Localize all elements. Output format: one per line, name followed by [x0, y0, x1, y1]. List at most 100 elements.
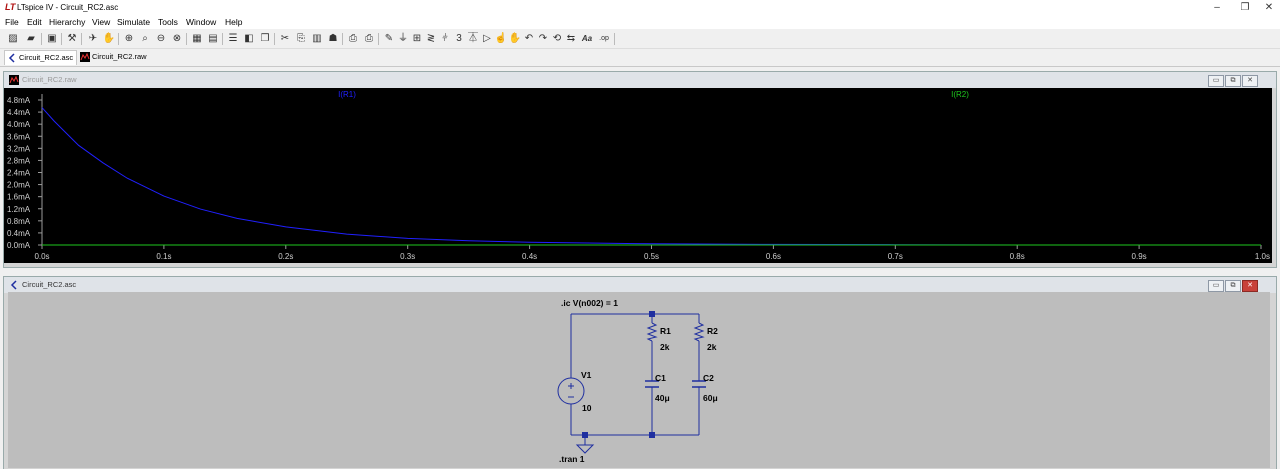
junction-dot: [649, 432, 655, 438]
toolbar: ▨ ▰ ▣ ⚒ ✈ ✋ ⊕ ⌕ ⊖ ⊗ ▦ ▤ ☰ ◧ ❐ ✂ ⎘ ▥ ☗ ⎙ …: [0, 30, 1280, 49]
label-net-icon[interactable]: ⊞: [410, 32, 424, 46]
zoom-in-icon[interactable]: ⊕: [122, 32, 136, 46]
resistor-r1[interactable]: [646, 322, 658, 342]
pan-icon[interactable]: ⌕: [138, 32, 152, 46]
ic-directive[interactable]: .ic V(n002) = 1: [561, 298, 618, 308]
menu-bar: File Edit Hierarchy View Simulate Tools …: [0, 15, 1280, 29]
zoom-fit-icon[interactable]: ⊗: [170, 32, 184, 46]
drag-icon[interactable]: ✋: [508, 32, 522, 46]
c1-ref[interactable]: C1: [655, 373, 666, 383]
waveform-icon: [9, 75, 19, 85]
run-icon[interactable]: ✈: [86, 32, 100, 46]
ground-icon[interactable]: ⏚: [396, 32, 410, 46]
halt-icon[interactable]: ✋: [102, 32, 116, 46]
mirror-icon[interactable]: ⇆: [564, 32, 578, 46]
schematic-close-button[interactable]: ✕: [1242, 280, 1258, 292]
menu-hierarchy[interactable]: Hierarchy: [49, 17, 85, 27]
cut-icon[interactable]: ✂: [278, 32, 292, 46]
inductor-icon[interactable]: 3: [452, 32, 466, 46]
c2-ref[interactable]: C2: [703, 373, 714, 383]
tile-vertical-icon[interactable]: ◧: [242, 32, 256, 46]
y-tick-label: 2.0mA: [7, 181, 31, 190]
r2-ref[interactable]: R2: [707, 326, 718, 336]
component-icon[interactable]: ▷: [480, 32, 494, 46]
menu-help[interactable]: Help: [225, 17, 242, 27]
menu-tools[interactable]: Tools: [158, 17, 178, 27]
waveform-close-button[interactable]: ✕: [1242, 75, 1258, 87]
open-icon[interactable]: ▰: [24, 32, 38, 46]
y-tick-label: 2.8mA: [7, 156, 31, 165]
diode-icon[interactable]: ⏄: [466, 32, 480, 46]
ltspice-logo-icon: LT: [5, 2, 16, 12]
wire-icon[interactable]: ✎: [382, 32, 396, 46]
save-icon[interactable]: ▣: [45, 32, 59, 46]
y-tick-label: 4.8mA: [7, 96, 31, 105]
waveform-restore-button[interactable]: ⧉: [1225, 75, 1241, 87]
undo-icon[interactable]: ↶: [522, 32, 536, 46]
rotate-icon[interactable]: ⟲: [550, 32, 564, 46]
waveform-window-title: Circuit_RC2.raw: [22, 75, 77, 84]
minimize-button[interactable]: –: [1203, 0, 1231, 15]
waveform-minimize-button[interactable]: ▭: [1208, 75, 1224, 87]
c2-value[interactable]: 60μ: [703, 393, 718, 403]
toolbar-separator: [81, 33, 82, 45]
r1-value[interactable]: 2k: [660, 342, 670, 352]
autorange-icon[interactable]: ▦: [190, 32, 204, 46]
schematic-minimize-button[interactable]: ▭: [1208, 280, 1224, 292]
x-tick-label: 0.0s: [34, 252, 49, 261]
toolbar-separator: [378, 33, 379, 45]
waveform-icon: [80, 52, 90, 63]
menu-edit[interactable]: Edit: [27, 17, 42, 27]
new-schematic-icon[interactable]: ▨: [6, 32, 20, 46]
c1-value[interactable]: 40μ: [655, 393, 670, 403]
x-tick-label: 0.3s: [400, 252, 415, 261]
redo-icon[interactable]: ↷: [536, 32, 550, 46]
zoom-out-icon[interactable]: ⊖: [154, 32, 168, 46]
menu-view[interactable]: View: [92, 17, 110, 27]
copy-icon[interactable]: ⎘: [294, 32, 308, 46]
tran-directive[interactable]: .tran 1: [559, 454, 585, 464]
grid-icon[interactable]: ▤: [206, 32, 220, 46]
find-icon[interactable]: ☗: [326, 32, 340, 46]
tab-circuit-raw[interactable]: Circuit_RC2.raw: [78, 50, 150, 64]
v1-ref[interactable]: V1: [581, 370, 592, 380]
capacitor-icon[interactable]: ⫩: [438, 32, 452, 46]
schematic-window-titlebar: Circuit_RC2.asc ▭ ⧉ ✕: [4, 277, 1276, 293]
resistor-r2[interactable]: [693, 322, 705, 342]
r1-ref[interactable]: R1: [660, 326, 671, 336]
window-titlebar: LT LTspice IV - Circuit_RC2.asc – ❐ ✕: [0, 0, 1280, 15]
menu-file[interactable]: File: [5, 17, 19, 27]
spice-directive-icon[interactable]: .op: [597, 32, 611, 46]
cascade-icon[interactable]: ❐: [258, 32, 272, 46]
schematic-canvas[interactable]: .ic V(n002) = 1 .tran 1 V1 10 R1 2k R2 2…: [8, 292, 1270, 468]
menu-window[interactable]: Window: [186, 17, 216, 27]
r2-value[interactable]: 2k: [707, 342, 717, 352]
menu-simulate[interactable]: Simulate: [117, 17, 150, 27]
toolbar-separator: [61, 33, 62, 45]
print-setup-icon[interactable]: ⎙: [362, 32, 376, 46]
y-tick-label: 0.8mA: [7, 217, 31, 226]
schematic-window-title: Circuit_RC2.asc: [22, 280, 77, 289]
waveform-plot[interactable]: 4.8mA 4.4mA 4.0mA 3.6mA 3.2mA 2.8mA 2.4mA 2.0mA…: [4, 88, 1272, 263]
move-icon[interactable]: ☝: [494, 32, 508, 46]
x-tick-label: 0.2s: [278, 252, 293, 261]
y-tick-label: 3.6mA: [7, 132, 31, 141]
tab-circuit-asc[interactable]: Circuit_RC2.asc: [4, 50, 78, 65]
schematic-restore-button[interactable]: ⧉: [1225, 280, 1241, 292]
v1-value[interactable]: 10: [582, 403, 592, 413]
paste-icon[interactable]: ▥: [310, 32, 324, 46]
close-button[interactable]: ✕: [1255, 0, 1280, 15]
voltage-source-v1[interactable]: [557, 377, 585, 405]
toolbar-separator: [222, 33, 223, 45]
control-panel-icon[interactable]: ⚒: [65, 32, 79, 46]
tile-horizontal-icon[interactable]: ☰: [226, 32, 240, 46]
x-tick-label: 0.5s: [644, 252, 659, 261]
x-tick-label: 0.7s: [888, 252, 903, 261]
resistor-icon[interactable]: ≷: [424, 32, 438, 46]
text-icon[interactable]: Aa: [580, 32, 594, 46]
toolbar-separator: [186, 33, 187, 45]
tab-label: Circuit_RC2.raw: [92, 52, 147, 61]
y-tick-label: 4.0mA: [7, 120, 31, 129]
ground-symbol[interactable]: [575, 444, 595, 454]
print-icon[interactable]: ⎙: [346, 32, 360, 46]
